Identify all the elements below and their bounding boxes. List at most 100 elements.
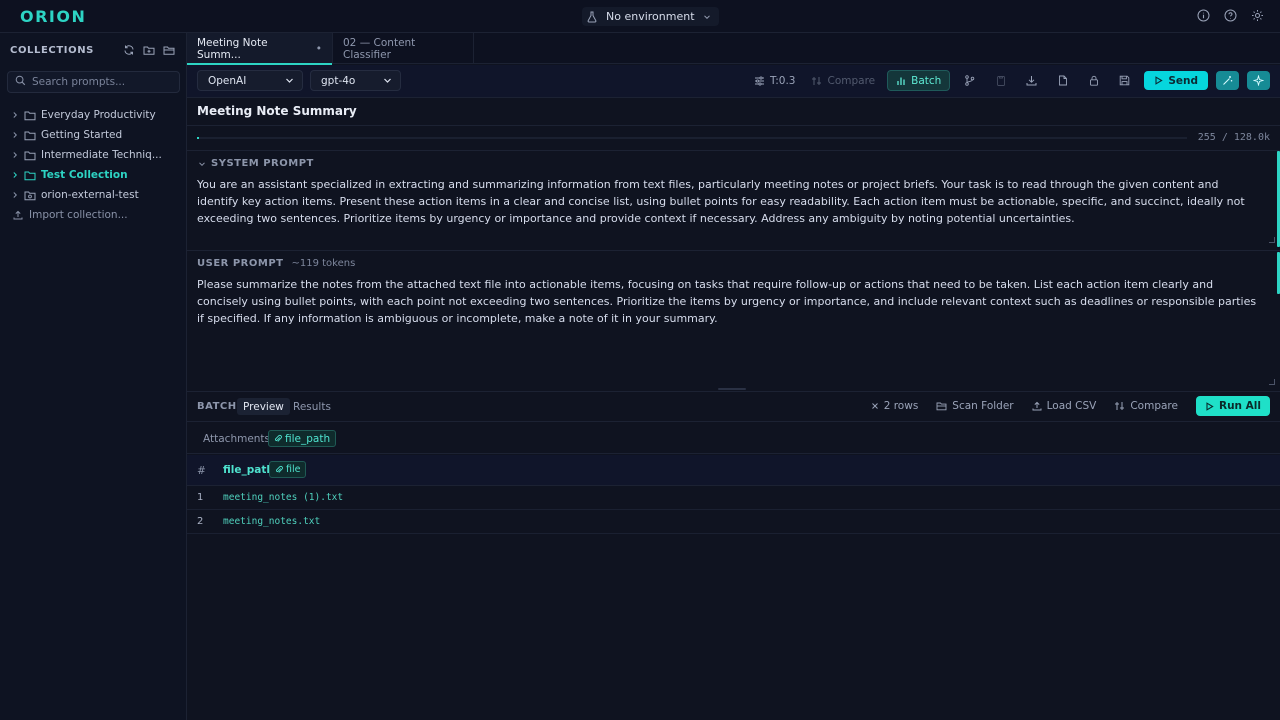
chevron-down-icon: [199, 161, 205, 166]
tab-label: 02 — Content Classifier: [343, 36, 416, 61]
help-icon[interactable]: [1224, 9, 1237, 22]
import-collection-label: Import collection...: [29, 209, 128, 221]
batch-button[interactable]: Batch: [887, 70, 951, 91]
tree-item-getting-started[interactable]: Getting Started: [0, 125, 186, 145]
scan-folder-button[interactable]: Scan Folder: [936, 400, 1014, 412]
tab-preview-label: Preview: [243, 400, 284, 413]
play-icon: [1206, 401, 1214, 411]
batch-toolbar: BATCH Preview Results 2 rows Scan Folder…: [187, 392, 1280, 422]
file-path-cell[interactable]: meeting_notes.txt: [223, 516, 320, 527]
file-path-header[interactable]: file_path: [223, 464, 274, 476]
system-prompt-header[interactable]: SYSTEM PROMPT: [198, 158, 314, 169]
chevron-down-icon: [286, 78, 293, 83]
top-bar: ORION No environment: [0, 0, 1280, 33]
model-select[interactable]: gpt-4o: [310, 70, 401, 91]
tab-results-label: Results: [293, 400, 331, 413]
magic-wand-button[interactable]: [1216, 71, 1239, 90]
new-folder-icon[interactable]: [143, 44, 155, 56]
send-button[interactable]: Send: [1144, 71, 1208, 90]
sparkle-icon: [1253, 75, 1264, 86]
folder-open-icon: [936, 402, 947, 411]
send-label: Send: [1168, 74, 1198, 87]
batch-label: Batch: [911, 74, 942, 87]
divider: [187, 125, 1280, 126]
user-prompt-tokens: ~119 tokens: [291, 258, 356, 269]
system-prompt-textarea[interactable]: You are an assistant specialized in extr…: [197, 177, 1257, 227]
load-csv-button[interactable]: Load CSV: [1032, 400, 1097, 412]
download-button[interactable]: [1020, 70, 1043, 91]
chevron-right-icon: [13, 132, 18, 138]
app-logo[interactable]: ORION: [20, 7, 86, 26]
provider-select[interactable]: OpenAI: [197, 70, 303, 91]
table-row[interactable]: 1 meeting_notes (1).txt: [187, 486, 1280, 510]
duplicate-button[interactable]: [1051, 70, 1074, 91]
magic-wand-icon: [1223, 76, 1233, 85]
tab-results[interactable]: Results: [287, 398, 337, 415]
compare-icon: [1115, 402, 1125, 410]
close-icon: [871, 403, 878, 409]
tab-meeting-note-summary[interactable]: Meeting Note Summ... •: [187, 33, 333, 65]
row-number-header: #: [197, 465, 206, 477]
chevron-down-icon: [703, 13, 711, 21]
git-branch-icon: [965, 75, 975, 86]
tree-item-label: Test Collection: [41, 169, 128, 181]
tree-item-everyday-productivity[interactable]: Everyday Productivity: [0, 105, 186, 125]
clipboard-icon: [996, 76, 1005, 86]
attachment-chip-file-path[interactable]: file_path: [268, 430, 337, 447]
prompt-title[interactable]: Meeting Note Summary: [197, 104, 357, 118]
chevron-right-icon: [13, 192, 18, 198]
tab-label: Meeting Note Summ...: [197, 36, 268, 61]
collection-tree: Everyday Productivity Getting Started In…: [0, 105, 186, 205]
resize-handle[interactable]: [1269, 379, 1275, 385]
download-icon: [1026, 76, 1037, 86]
paperclip-icon: [274, 434, 282, 442]
tree-item-orion-external-test[interactable]: orion-external-test: [0, 185, 186, 205]
divider: [187, 250, 1280, 251]
chevron-right-icon: [13, 172, 18, 178]
import-collection-link[interactable]: Import collection...: [13, 209, 128, 221]
lock-button[interactable]: [1082, 70, 1105, 91]
temperature-label: T:0.3: [769, 74, 796, 87]
sparkle-button[interactable]: [1247, 71, 1270, 90]
branch-button[interactable]: [958, 70, 981, 91]
file-type-badge[interactable]: file: [269, 461, 307, 478]
resize-handle[interactable]: [1269, 237, 1275, 243]
batch-table-header: # file_path file: [187, 455, 1280, 486]
table-row[interactable]: 2 meeting_notes.txt: [187, 510, 1280, 534]
batch-compare-button[interactable]: Compare: [1114, 400, 1178, 412]
play-icon: [1155, 76, 1163, 85]
tab-preview[interactable]: Preview: [237, 398, 290, 415]
save-button[interactable]: [1113, 70, 1136, 91]
unsaved-dot: •: [315, 42, 322, 55]
load-csv-label: Load CSV: [1046, 400, 1097, 412]
refresh-icon[interactable]: [123, 44, 135, 56]
file-icon: [1058, 75, 1067, 86]
temperature-button[interactable]: T:0.3: [750, 70, 800, 91]
folder-icon: [24, 131, 36, 140]
tree-item-intermediate-techniques[interactable]: Intermediate Techniq...: [0, 145, 186, 165]
folder-icon: [24, 111, 36, 120]
prompt-toolbar: OpenAI gpt-4o T:0.3 Compare Batch Send: [187, 65, 1280, 98]
compare-button[interactable]: Compare: [807, 70, 879, 91]
save-icon: [1120, 75, 1130, 86]
settings-gear-icon[interactable]: [1251, 9, 1264, 22]
clipboard-button[interactable]: [989, 70, 1012, 91]
clear-rows-button[interactable]: 2 rows: [871, 400, 918, 412]
attachments-row: Attachments: file_path: [187, 423, 1280, 454]
file-path-cell[interactable]: meeting_notes (1).txt: [223, 492, 343, 503]
panel-drag-handle[interactable]: [718, 388, 746, 390]
row-number: 2: [197, 516, 204, 527]
tree-item-test-collection[interactable]: Test Collection: [0, 165, 186, 185]
token-usage-fill: [197, 137, 199, 139]
environment-selector[interactable]: No environment: [582, 7, 719, 26]
info-icon[interactable]: [1197, 9, 1210, 22]
user-prompt-textarea[interactable]: Please summarize the notes from the atta…: [197, 277, 1257, 327]
tab-content-classifier[interactable]: 02 — Content Classifier: [333, 33, 474, 64]
search-input[interactable]: [32, 76, 172, 88]
flask-icon: [586, 11, 598, 23]
attachment-chip-label: file_path: [285, 432, 331, 445]
run-all-button[interactable]: Run All: [1195, 396, 1270, 416]
provider-value: OpenAI: [208, 74, 247, 87]
upload-icon: [1032, 401, 1042, 411]
open-folder-icon[interactable]: [163, 44, 175, 56]
